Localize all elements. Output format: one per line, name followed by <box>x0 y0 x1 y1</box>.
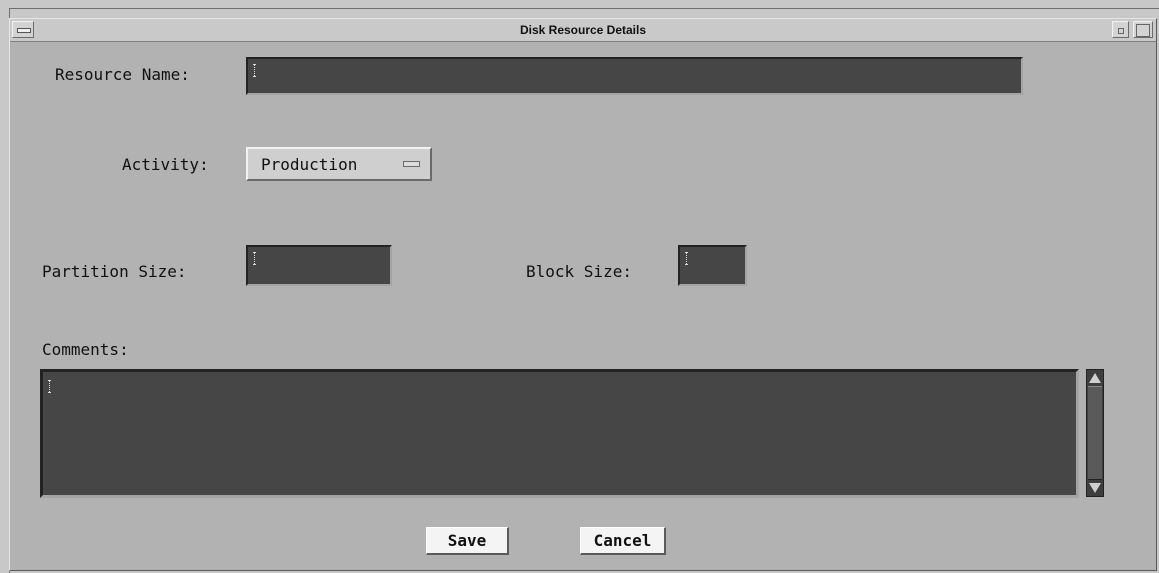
scroll-up-arrow-icon[interactable] <box>1089 373 1101 383</box>
window-frame-top <box>9 8 1159 9</box>
text-cursor-icon <box>253 64 256 77</box>
title-bar[interactable]: Disk Resource Details <box>10 19 1156 42</box>
activity-selected-value: Production <box>261 155 358 174</box>
maximize-button[interactable] <box>1133 21 1153 38</box>
comments-label: Comments: <box>42 340 129 359</box>
scroll-down-arrow-icon[interactable] <box>1089 483 1101 493</box>
cancel-button[interactable]: Cancel <box>580 527 666 555</box>
text-cursor-icon <box>48 380 51 393</box>
block-size-label: Block Size: <box>526 262 632 281</box>
partition-size-label: Partition Size: <box>42 262 187 281</box>
comments-textarea[interactable] <box>40 369 1079 498</box>
text-cursor-icon <box>253 252 256 265</box>
maximize-icon <box>1136 24 1150 37</box>
window-title: Disk Resource Details <box>519 23 647 37</box>
activity-label: Activity: <box>122 155 209 174</box>
scrollbar-thumb[interactable] <box>1088 386 1102 480</box>
save-button[interactable]: Save <box>426 527 509 555</box>
resource-name-label: Resource Name: <box>55 65 190 84</box>
text-cursor-icon <box>685 252 688 265</box>
block-size-input[interactable] <box>678 245 747 286</box>
partition-size-input[interactable] <box>246 245 392 286</box>
option-menu-indicator-icon <box>403 161 420 167</box>
comments-scrollbar[interactable] <box>1086 369 1104 497</box>
minimize-icon <box>1118 28 1124 34</box>
resource-name-input[interactable] <box>246 57 1023 95</box>
minimize-button[interactable] <box>1112 21 1129 38</box>
activity-option-menu[interactable]: Production <box>246 147 432 181</box>
